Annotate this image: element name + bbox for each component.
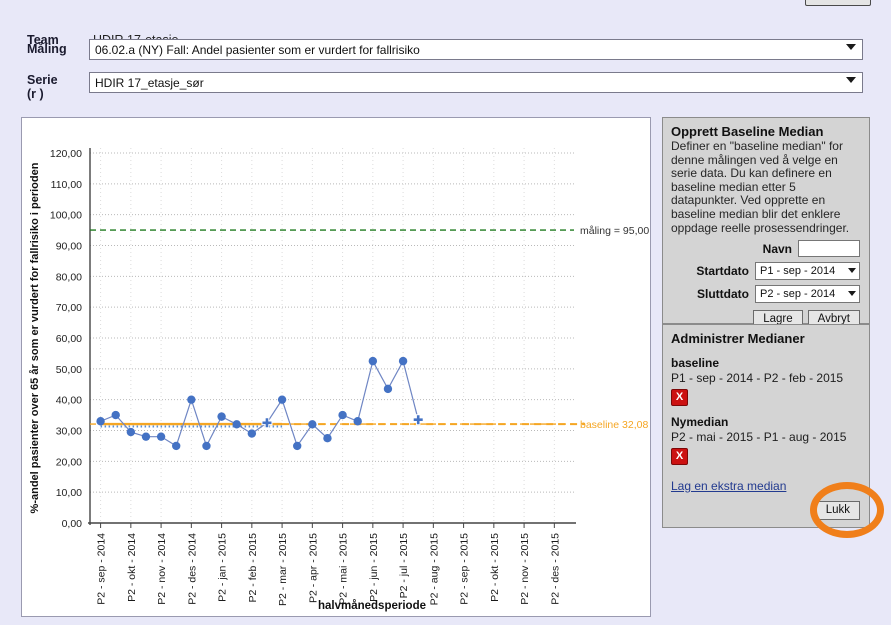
startdato-select[interactable]: P1 - sep - 2014 [755,262,860,281]
median-name: baseline [671,356,720,370]
svg-text:50,00: 50,00 [56,364,82,376]
svg-text:P2 - apr - 2015: P2 - apr - 2015 [307,533,319,603]
maling-label: Måling [27,42,67,56]
median-range: P2 - mai - 2015 - P1 - aug - 2015 X [663,430,869,465]
delete-median-icon[interactable]: X [671,389,688,406]
create-baseline-median-panel: Opprett Baseline Median Definer en "base… [662,117,870,330]
svg-text:P2 - nov - 2014: P2 - nov - 2014 [156,533,168,605]
median-range-text: P2 - mai - 2015 - P1 - aug - 2015 [671,430,847,444]
svg-text:P2 - aug - 2015: P2 - aug - 2015 [428,533,440,606]
svg-text:30,00: 30,00 [56,426,82,438]
sluttdato-select-value: P2 - sep - 2014 [760,288,836,301]
chevron-down-icon [846,44,856,50]
median-range-text: P1 - sep - 2014 - P2 - feb - 2015 [671,371,844,385]
navn-input[interactable] [798,240,860,258]
svg-text:P2 - jan - 2015: P2 - jan - 2015 [217,533,229,602]
svg-text:10,00: 10,00 [56,487,82,499]
svg-text:P2 - nov - 2015: P2 - nov - 2015 [519,533,531,605]
baseline-panel-title: Opprett Baseline Median [671,124,824,139]
svg-text:%-andel pasienter over 65 år s: %-andel pasienter over 65 år som er vurd… [29,162,41,513]
serie-select[interactable]: HDIR 17_etasje_sør [89,72,863,93]
median-range: P1 - sep - 2014 - P2 - feb - 2015 X [663,371,869,406]
chart-panel: 0,00 10,00 20,00 30,00 40,00 50,00 60,00 70,00 8… [21,117,651,617]
close-button-wrap: Lukk [815,500,860,520]
startdato-select-value: P1 - sep - 2014 [760,265,836,278]
svg-text:halvmånedsperiode: halvmånedsperiode [318,600,426,612]
run-chart: 0,00 10,00 20,00 30,00 40,00 50,00 60,00 70,00 8… [29,148,649,612]
svg-text:80,00: 80,00 [56,271,82,283]
svg-text:120,00: 120,00 [50,148,82,160]
svg-text:P2 - sep - 2014: P2 - sep - 2014 [96,533,108,605]
sluttdato-select[interactable]: P2 - sep - 2014 [755,285,860,304]
delete-median-icon[interactable]: X [671,448,688,465]
chevron-down-icon [848,291,856,297]
navn-label: Navn [762,241,792,256]
sluttdato-field-row: Sluttdato P2 - sep - 2014 [663,285,869,304]
svg-text:P2 - jun - 2015: P2 - jun - 2015 [368,533,380,602]
startdato-label: Startdato [696,264,749,279]
svg-text:P2 - okt - 2014: P2 - okt - 2014 [126,533,138,602]
chevron-down-icon [848,268,856,274]
svg-text:P2 - mar - 2015: P2 - mar - 2015 [277,533,289,606]
navn-field-row: Navn [663,240,869,258]
maling-select[interactable]: 06.02.a (NY) Fall: Andel pasienter som e… [89,39,863,60]
median-list-item: baseline P1 - sep - 2014 - P2 - feb - 20… [663,356,869,406]
svg-text:110,00: 110,00 [51,179,82,191]
median-name: Nymedian [671,415,729,429]
serie-label-line1: Serie [27,73,58,87]
svg-text:40,00: 40,00 [56,395,82,407]
svg-text:90,00: 90,00 [56,241,82,253]
maling-select-value: 06.02.a (NY) Fall: Andel pasienter som e… [95,43,420,57]
serie-label-line2: (r ) [27,87,44,101]
svg-text:P2 - des - 2014: P2 - des - 2014 [186,533,198,605]
chevron-down-icon [846,77,856,83]
svg-text:P2 - mai - 2015: P2 - mai - 2015 [338,533,350,605]
svg-text:100,00: 100,00 [50,210,82,222]
svg-text:0,00: 0,00 [62,518,83,530]
startdato-field-row: Startdato P1 - sep - 2014 [663,262,869,281]
serie-select-value: HDIR 17_etasje_sør [95,76,204,90]
svg-text:måling = 95,00: måling = 95,00 [580,225,649,237]
svg-text:60,00: 60,00 [56,333,82,345]
svg-text:baseline 32,08: baseline 32,08 [580,419,648,431]
svg-text:P2 - des - 2015: P2 - des - 2015 [549,533,561,605]
top-partial-widget [805,0,871,6]
create-extra-median-link[interactable]: Lag en ekstra median [663,479,794,493]
svg-text:P2 - feb - 2015: P2 - feb - 2015 [247,533,259,603]
sluttdato-label: Sluttdato [697,287,749,302]
medianer-panel-title: Administrer Medianer [671,331,805,346]
svg-text:20,00: 20,00 [56,456,82,468]
close-button[interactable]: Lukk [815,501,860,520]
svg-text:P2 - sep - 2015: P2 - sep - 2015 [459,533,471,605]
svg-text:P2 - okt - 2015: P2 - okt - 2015 [489,533,501,602]
svg-text:P2 - jul - 2015: P2 - jul - 2015 [398,533,410,599]
svg-text:70,00: 70,00 [56,302,82,314]
median-list-item: Nymedian P2 - mai - 2015 - P1 - aug - 20… [663,415,869,465]
manage-medians-panel: Administrer Medianer baseline P1 - sep -… [662,324,870,528]
baseline-panel-description: Definer en "baseline median" for denne m… [671,139,850,235]
